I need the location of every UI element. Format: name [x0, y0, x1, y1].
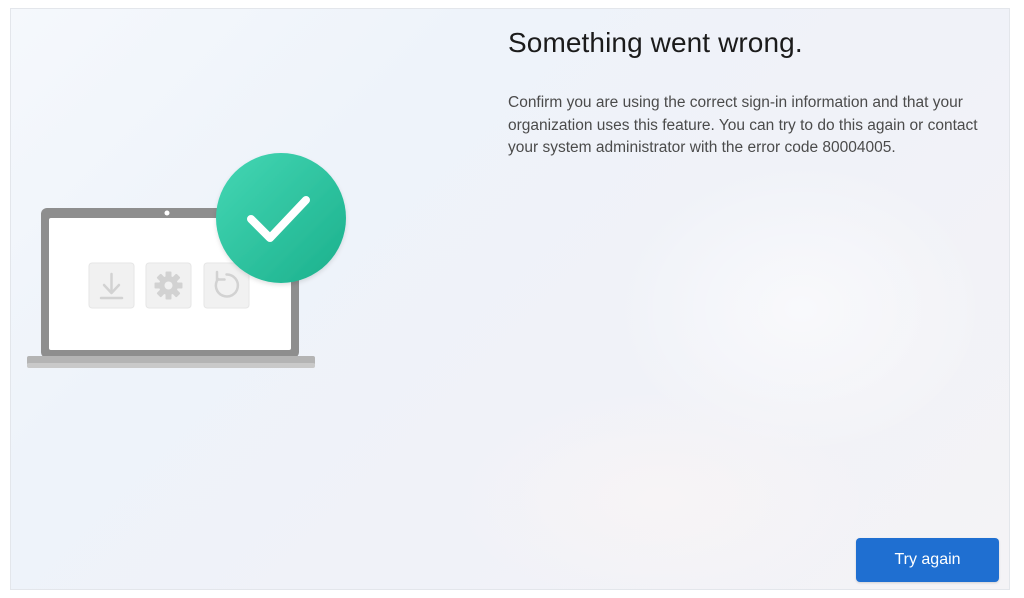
setup-error-page: Something went wrong. Confirm you are us… [10, 8, 1010, 590]
checkmark-icon [216, 153, 346, 283]
webcam [164, 210, 170, 216]
error-message: Confirm you are using the correct sign-i… [508, 94, 978, 156]
page-title: Something went wrong. [508, 27, 803, 58]
download-icon [88, 262, 135, 309]
laptop-base [27, 356, 315, 368]
try-again-button[interactable]: Try again [856, 538, 999, 582]
gear-icon [145, 262, 192, 309]
